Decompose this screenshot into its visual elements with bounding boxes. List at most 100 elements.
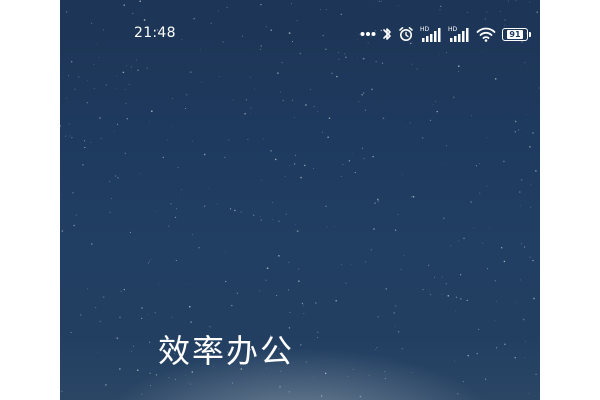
star (538, 87, 540, 89)
star (278, 255, 280, 257)
star (93, 88, 95, 90)
star (185, 375, 187, 377)
star (315, 302, 317, 304)
star (298, 268, 300, 270)
star (253, 88, 255, 90)
star (496, 300, 497, 302)
star (393, 312, 396, 314)
star (218, 76, 220, 77)
star (454, 360, 455, 362)
star (441, 276, 443, 278)
star (395, 305, 397, 307)
star (529, 146, 531, 148)
hd-label: HD (448, 26, 458, 33)
star (259, 290, 261, 292)
star (147, 262, 149, 264)
star (528, 393, 530, 394)
star (168, 377, 170, 379)
star (175, 208, 178, 210)
star (296, 230, 299, 232)
star (407, 127, 409, 129)
star (429, 119, 432, 122)
star (385, 288, 388, 290)
star (63, 77, 64, 78)
star (303, 313, 305, 315)
star (86, 102, 88, 104)
star (309, 89, 311, 90)
star (336, 75, 338, 78)
star (134, 238, 135, 240)
star (66, 97, 67, 99)
star (320, 395, 323, 397)
star (122, 71, 125, 74)
star (126, 118, 128, 120)
star (232, 99, 234, 101)
star (140, 317, 143, 320)
star (83, 140, 86, 142)
star (458, 239, 460, 241)
star (73, 224, 75, 227)
star (102, 296, 105, 298)
star (60, 125, 62, 127)
star (411, 196, 413, 198)
star (300, 176, 302, 179)
star (189, 71, 192, 73)
star (347, 375, 349, 377)
star (340, 263, 343, 265)
star (479, 163, 480, 165)
star (288, 261, 290, 264)
star (188, 305, 191, 308)
star (166, 139, 168, 141)
star (236, 292, 238, 294)
star (245, 99, 247, 101)
star (486, 185, 488, 187)
star (376, 198, 379, 201)
star (530, 184, 532, 186)
phone-screen: 21:48 HD HD 91 效率办公 (60, 0, 540, 400)
star (422, 137, 424, 139)
star (274, 158, 277, 161)
star (190, 321, 192, 323)
star (149, 384, 151, 386)
star (411, 372, 413, 374)
star (68, 123, 70, 125)
star (124, 152, 127, 155)
star (452, 96, 455, 99)
star (136, 369, 139, 372)
star (526, 131, 528, 132)
signal-hd-icon: HD (420, 24, 442, 44)
star (171, 125, 173, 127)
star (503, 260, 506, 263)
star (374, 202, 376, 204)
star (149, 372, 151, 375)
star (462, 381, 464, 383)
star (203, 205, 206, 207)
star (192, 233, 194, 235)
star (450, 245, 452, 247)
star (422, 289, 424, 291)
star (141, 307, 143, 309)
star (436, 110, 438, 113)
star (60, 194, 61, 196)
star (116, 75, 118, 77)
star (279, 91, 281, 93)
star (114, 87, 116, 89)
star (149, 260, 151, 262)
star (225, 280, 227, 283)
star (454, 310, 456, 312)
star (147, 314, 149, 316)
star (445, 283, 447, 285)
star (397, 214, 399, 215)
star (494, 78, 497, 80)
star (277, 72, 279, 74)
star (302, 304, 304, 306)
star (340, 176, 342, 177)
star (457, 70, 460, 72)
star (231, 382, 234, 384)
star (313, 168, 314, 169)
star (171, 317, 173, 318)
status-icons: HD HD 91 (360, 24, 531, 44)
star (99, 320, 101, 322)
star (362, 92, 365, 94)
star (109, 211, 112, 214)
